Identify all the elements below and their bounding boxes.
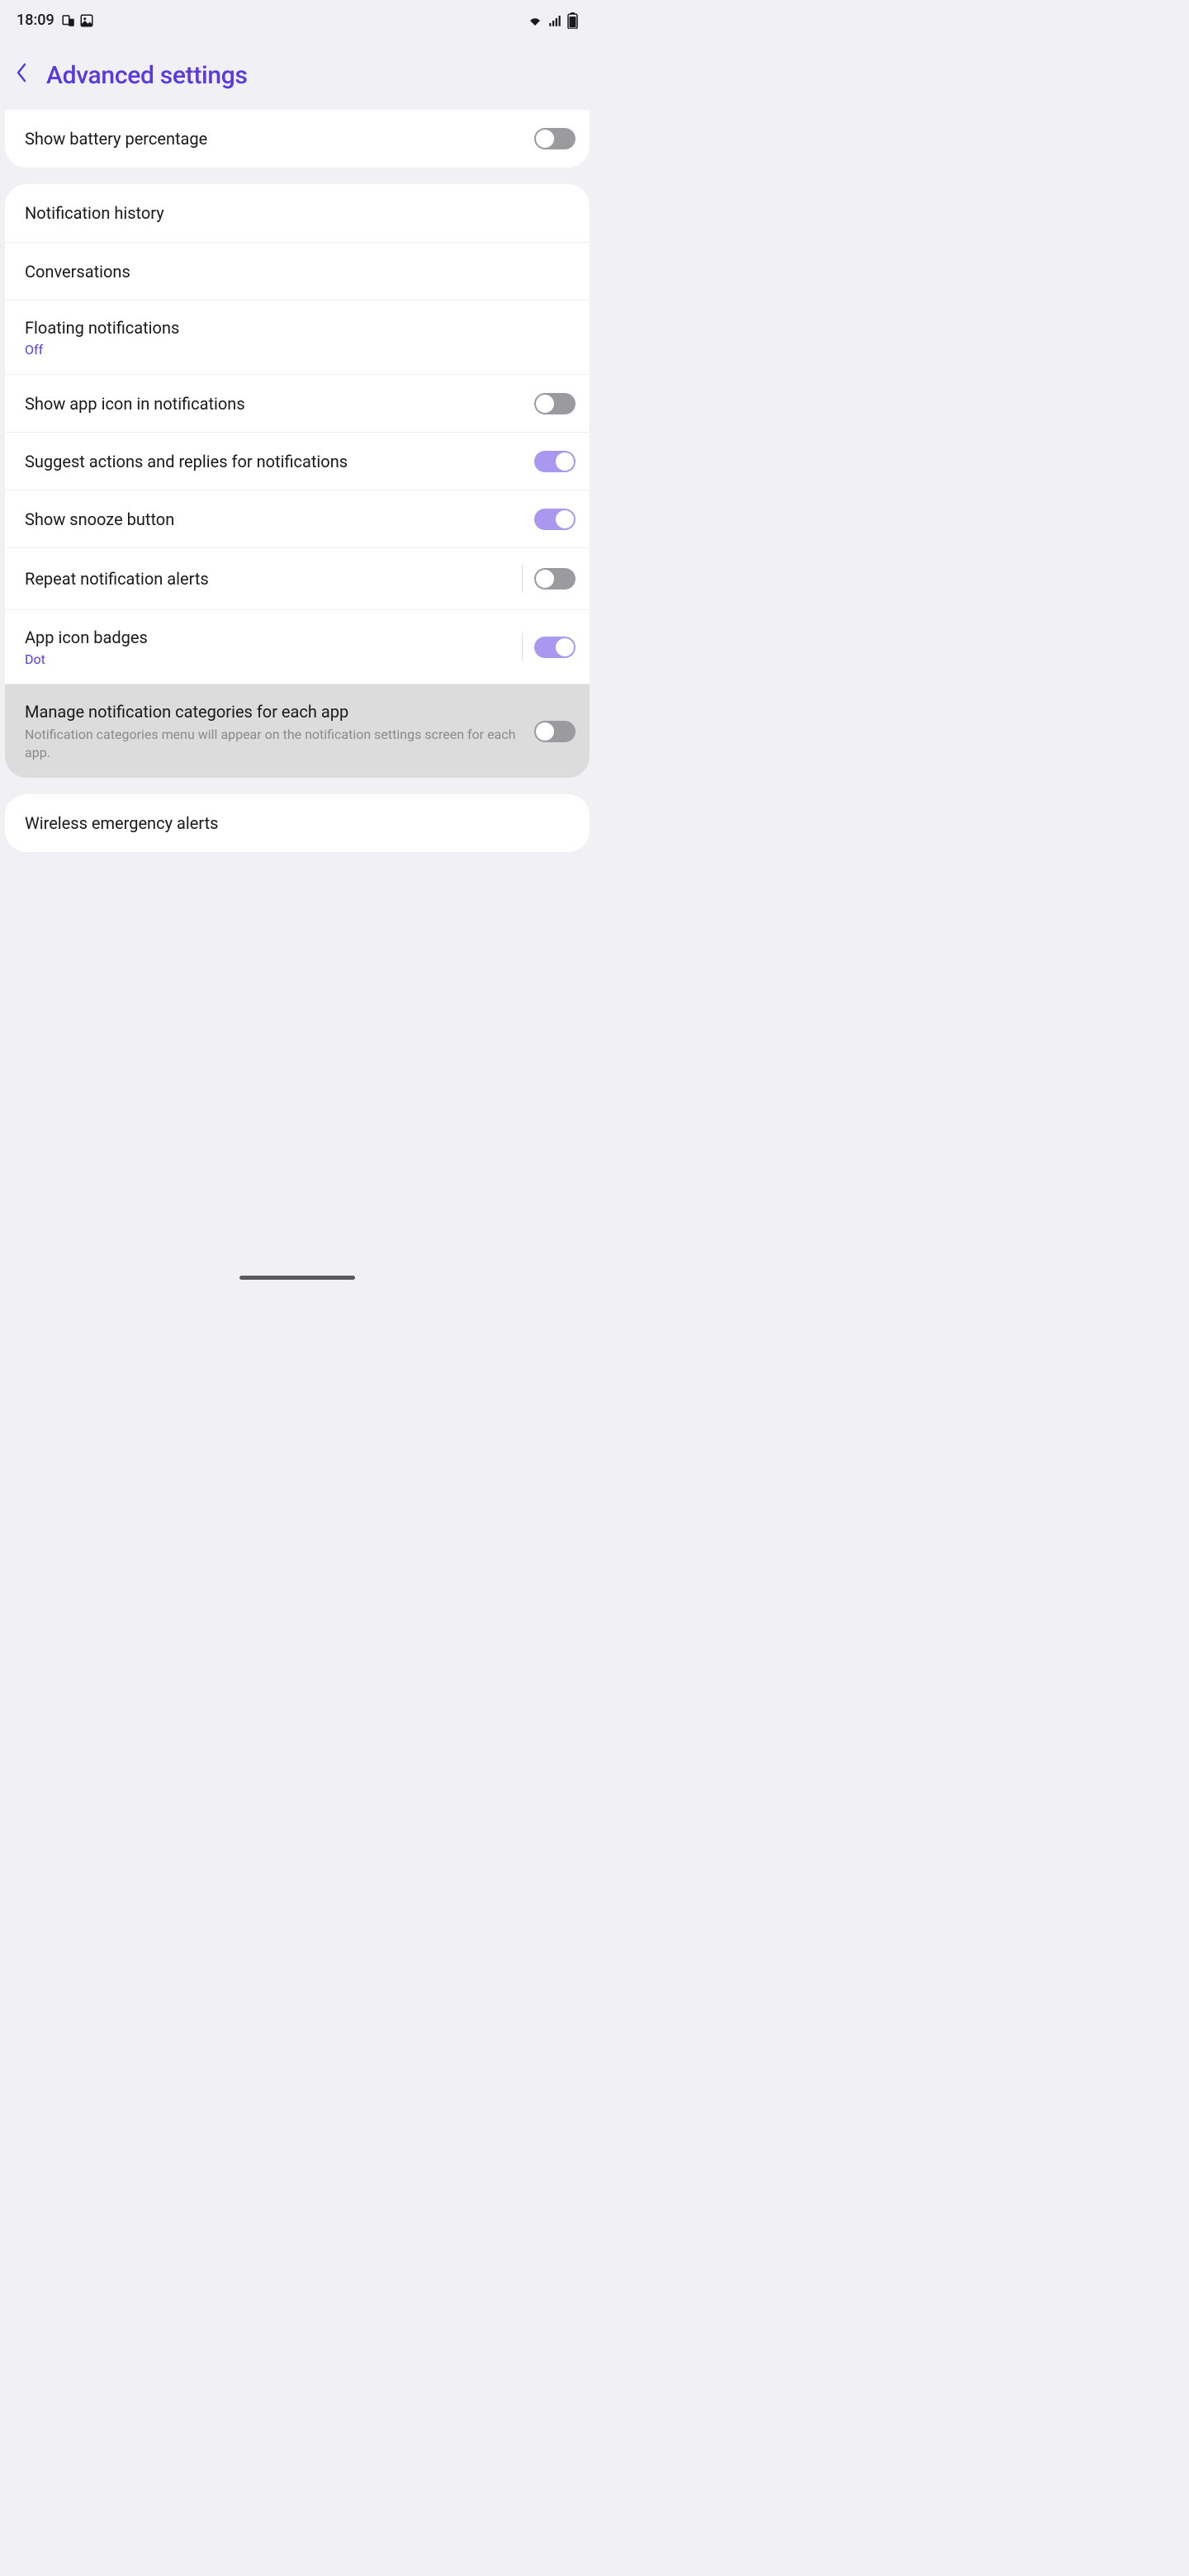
signal-icon (547, 13, 562, 28)
page-title: Advanced settings (46, 61, 248, 90)
label-manage-categories: Manage notification categories for each … (25, 701, 521, 722)
label-snooze-button: Show snooze button (25, 509, 521, 530)
label-app-icon-badges: App icon badges (25, 627, 509, 648)
devices-icon (61, 13, 76, 28)
picture-icon (79, 13, 94, 28)
toggle-battery-percentage[interactable] (534, 128, 576, 149)
row-suggest-actions[interactable]: Suggest actions and replies for notifica… (5, 432, 590, 490)
status-time: 18:09 (17, 12, 54, 29)
label-conversations: Conversations (25, 261, 562, 282)
wifi-icon (528, 13, 542, 28)
row-notification-history[interactable]: Notification history (5, 184, 590, 242)
row-manage-categories[interactable]: Manage notification categories for each … (5, 684, 590, 778)
label-notification-history: Notification history (25, 202, 562, 224)
chevron-left-icon (15, 62, 28, 83)
toggle-app-icon-notifications[interactable] (534, 393, 576, 414)
battery-icon (567, 12, 578, 29)
label-battery-percentage: Show battery percentage (25, 128, 521, 149)
row-battery-percentage[interactable]: Show battery percentage (5, 110, 590, 168)
label-floating-notifications: Floating notifications (25, 317, 562, 339)
label-repeat-alerts: Repeat notification alerts (25, 568, 509, 590)
row-floating-notifications[interactable]: Floating notifications Off (5, 300, 590, 374)
toggle-snooze-button[interactable] (534, 509, 576, 530)
value-floating-notifications: Off (25, 342, 562, 358)
label-app-icon-notifications: Show app icon in notifications (25, 393, 521, 414)
divider (522, 565, 523, 593)
label-wireless-emergency: Wireless emergency alerts (25, 812, 562, 834)
row-repeat-alerts[interactable]: Repeat notification alerts (5, 547, 590, 609)
row-snooze-button[interactable]: Show snooze button (5, 490, 590, 547)
desc-manage-categories: Notification categories menu will appear… (25, 726, 521, 761)
card-notifications: Notification history Conversations Float… (5, 184, 590, 778)
nav-pill[interactable] (239, 1276, 355, 1280)
toggle-app-icon-badges[interactable] (534, 637, 576, 658)
card-emergency: Wireless emergency alerts (5, 794, 590, 852)
toggle-repeat-alerts[interactable] (534, 568, 576, 590)
header: Advanced settings (0, 36, 594, 115)
label-suggest-actions: Suggest actions and replies for notifica… (25, 451, 521, 472)
row-app-icon-badges[interactable]: App icon badges Dot (5, 609, 590, 684)
row-wireless-emergency[interactable]: Wireless emergency alerts (5, 794, 590, 852)
back-button[interactable] (15, 62, 28, 89)
toggle-suggest-actions[interactable] (534, 451, 576, 472)
toggle-manage-categories[interactable] (534, 721, 576, 742)
value-app-icon-badges: Dot (25, 651, 509, 667)
status-bar: 18:09 (0, 0, 594, 36)
card-battery: Show battery percentage (5, 110, 590, 168)
row-app-icon-notifications[interactable]: Show app icon in notifications (5, 374, 590, 432)
divider (522, 633, 523, 661)
row-conversations[interactable]: Conversations (5, 242, 590, 300)
